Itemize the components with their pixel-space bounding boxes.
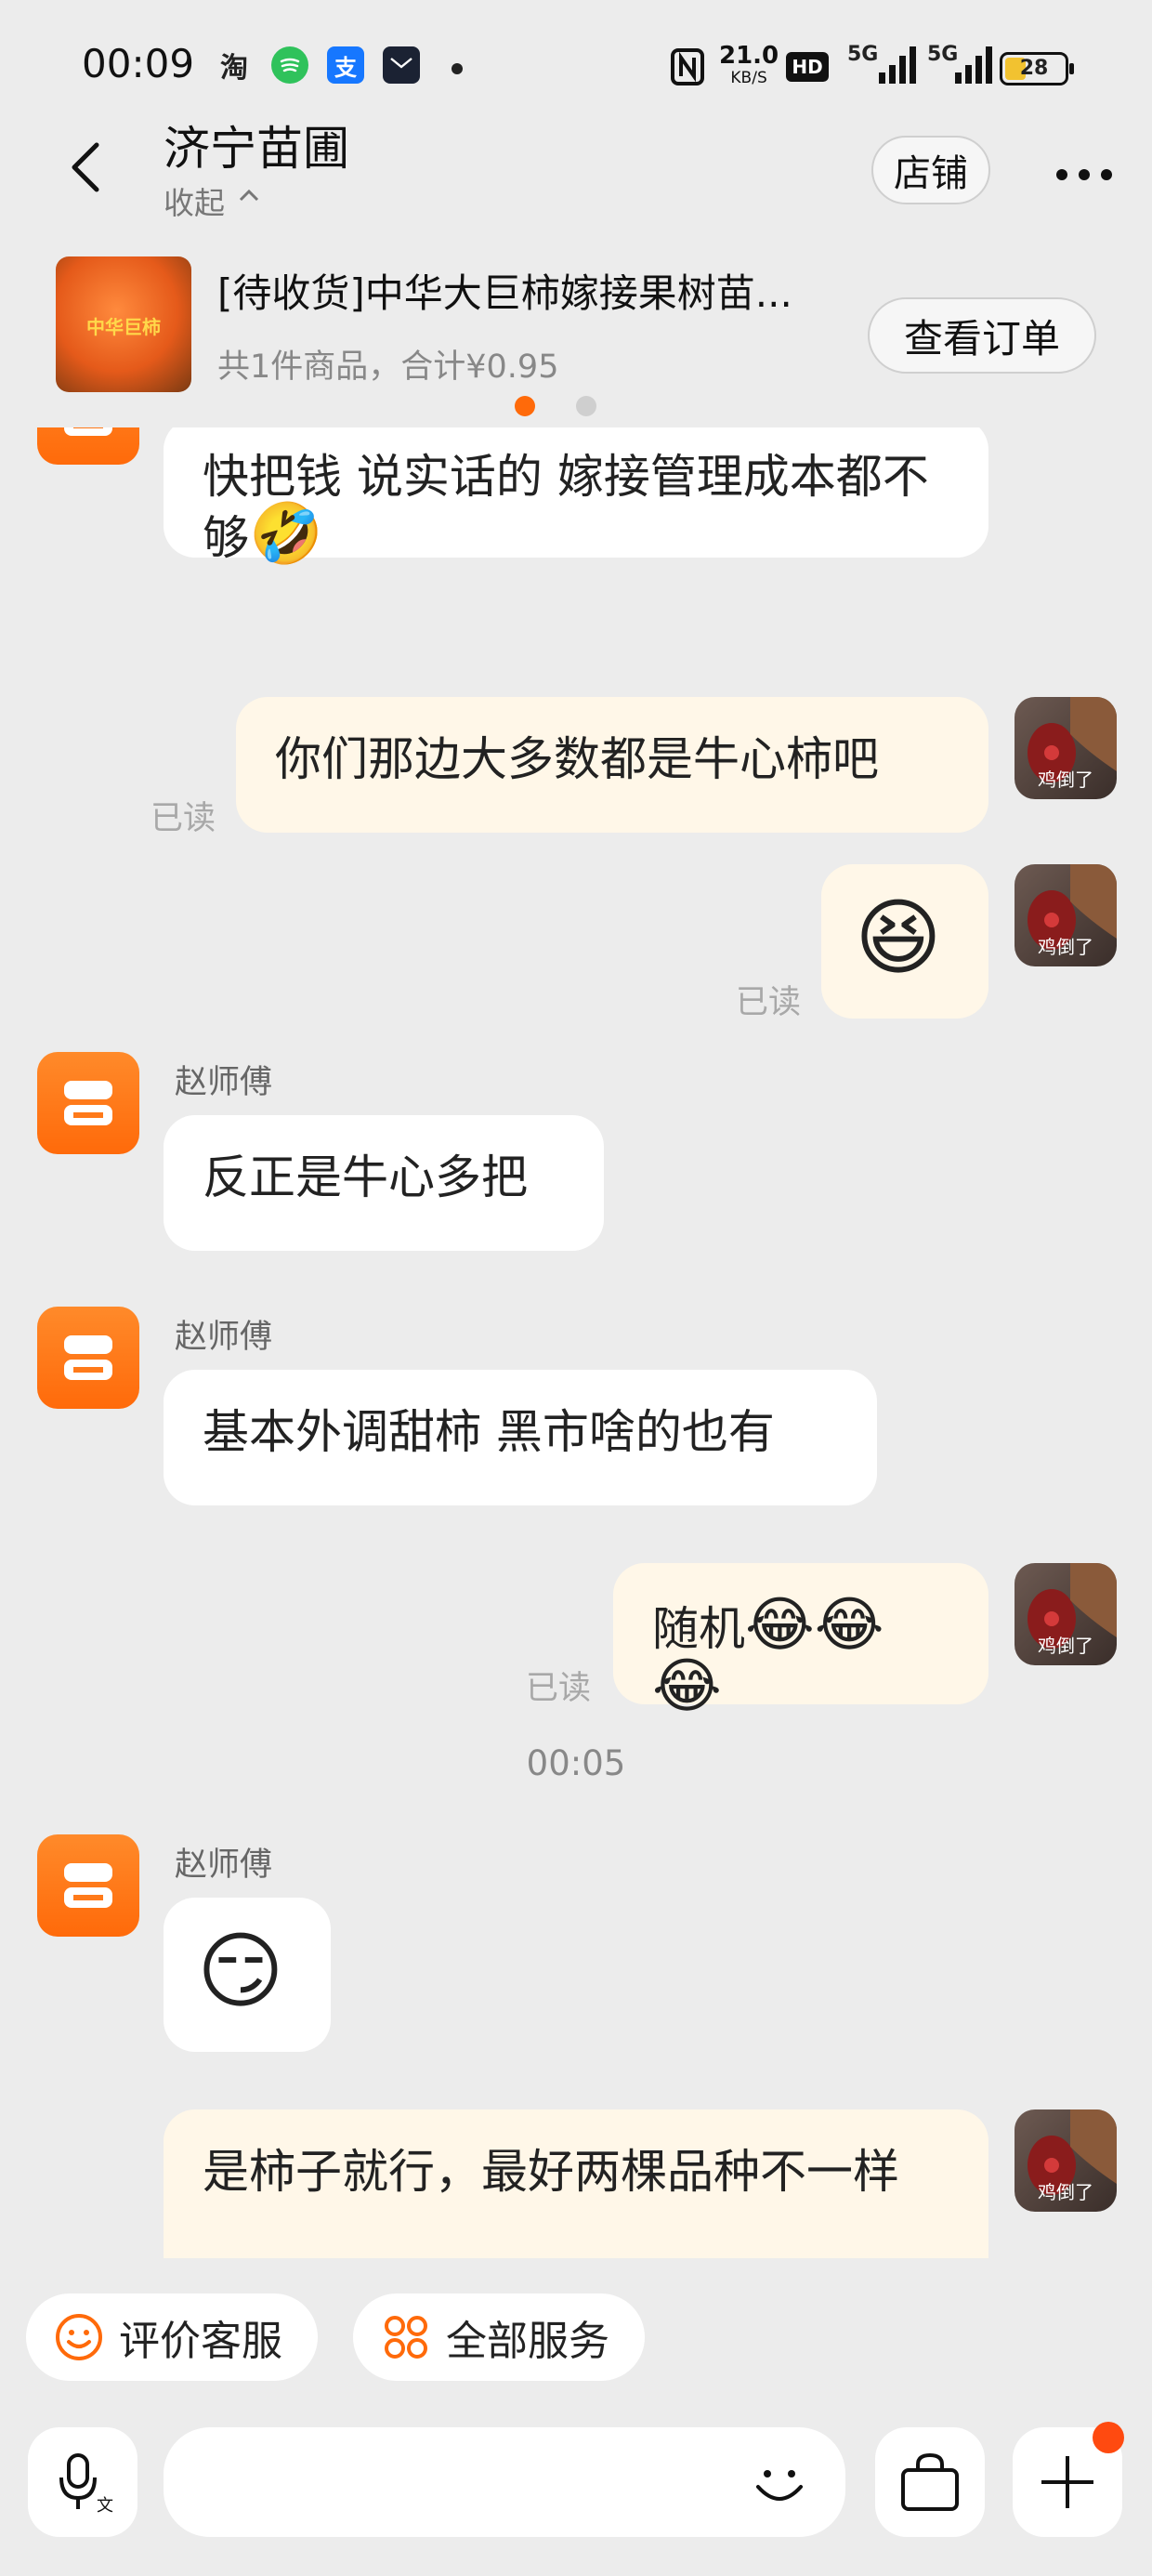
- emoji-message-bubble[interactable]: 😏: [164, 1898, 331, 2052]
- order-summary: 共1件商品，合计¥0.95: [217, 348, 559, 386]
- microphone-icon: 文: [59, 2453, 113, 2515]
- shop-title: 济宁苗圃: [164, 122, 349, 176]
- message-input[interactable]: [164, 2427, 845, 2537]
- voice-input-button[interactable]: 文: [28, 2427, 137, 2537]
- read-status: 已读: [736, 984, 802, 1021]
- laughing-emoji-icon: 🤣: [249, 500, 323, 569]
- store-button[interactable]: 店铺: [871, 136, 990, 204]
- hd-badge: HD: [786, 52, 829, 82]
- more-options-icon[interactable]: [1055, 167, 1113, 180]
- seller-avatar[interactable]: [37, 1307, 139, 1409]
- mail-app-icon: [383, 46, 420, 84]
- shopping-bag-icon: [901, 2452, 959, 2511]
- laughing-emoji-icon: 😆: [855, 889, 942, 987]
- quick-actions-bar: 评价客服 全部服务: [0, 2267, 1152, 2381]
- message-timestamp: 00:05: [526, 1743, 626, 1783]
- all-services-button[interactable]: 全部服务: [353, 2293, 645, 2381]
- alipay-app-icon: 支: [327, 46, 364, 84]
- user-avatar[interactable]: 鸡倒了: [1015, 697, 1117, 799]
- plus-icon: [1041, 2456, 1093, 2508]
- grid-services-icon: [385, 2316, 427, 2359]
- pager-dot[interactable]: [576, 396, 596, 416]
- message-bubble[interactable]: 是柿子就行，最好两棵品种不一样: [164, 2109, 988, 2258]
- music-app-icon: [271, 46, 308, 84]
- message-bubble[interactable]: 快把钱 说实话的 嫁接管理成本都不够🤣: [164, 427, 988, 565]
- signal-5g-icon: 5G: [844, 43, 918, 89]
- sender-name: 赵师傅: [175, 1319, 273, 1356]
- nfc-icon: [671, 48, 704, 85]
- message-bubble[interactable]: 基本外调甜柿 黑市啥的也有: [164, 1370, 877, 1505]
- sender-name: 赵师傅: [175, 1064, 273, 1101]
- message-bubble[interactable]: 随机😂😂😂: [613, 1563, 988, 1716]
- notification-dot-icon: [452, 63, 463, 74]
- network-speed: 21.0 KB/S: [719, 42, 779, 87]
- chat-screen: 00:09 淘 支 21.0 KB/S HD 5G 5G 28 济宁苗圃 收起 …: [0, 0, 1152, 2576]
- battery-icon: 28: [1000, 52, 1074, 85]
- read-status: 已读: [526, 1670, 592, 1707]
- products-button[interactable]: [875, 2427, 985, 2537]
- message-bubble[interactable]: 反正是牛心多把: [164, 1115, 604, 1251]
- sender-name: 赵师傅: [175, 1847, 273, 1884]
- collapse-toggle[interactable]: 收起: [164, 178, 225, 223]
- emoji-picker-icon[interactable]: [749, 2453, 810, 2515]
- view-order-button[interactable]: 查看订单: [868, 297, 1096, 374]
- pager-dot-active[interactable]: [515, 396, 535, 416]
- chat-header: 济宁苗圃 收起 店铺: [0, 102, 1152, 223]
- back-arrow-icon[interactable]: [67, 139, 104, 195]
- message-list[interactable]: 快把钱 说实话的 嫁接管理成本都不够🤣 已读 你们那边大多数都是牛心柿吧 鸡倒了…: [0, 427, 1152, 2258]
- read-status: 已读: [151, 800, 216, 837]
- smirk-emoji-icon: 😏: [197, 1923, 284, 2020]
- status-time: 00:09: [82, 41, 195, 86]
- product-thumbnail[interactable]: 中华巨柿: [56, 256, 191, 392]
- seller-avatar[interactable]: [37, 1052, 139, 1154]
- message-bubble[interactable]: 你们那边大多数都是牛心柿吧: [236, 697, 988, 833]
- user-avatar[interactable]: 鸡倒了: [1015, 1563, 1117, 1665]
- user-avatar[interactable]: 鸡倒了: [1015, 2109, 1117, 2212]
- input-bar: 文: [0, 2407, 1152, 2576]
- emoji-message-bubble[interactable]: 😆: [821, 864, 988, 1019]
- chevron-up-icon[interactable]: [238, 186, 260, 204]
- signal-5g-icon-2: 5G: [925, 43, 1000, 89]
- seller-avatar[interactable]: [37, 1834, 139, 1937]
- seller-avatar[interactable]: [37, 427, 139, 465]
- taobao-app-icon: 淘: [220, 52, 248, 85]
- order-title[interactable]: [待收货]中华大巨柿嫁接果树苗...: [217, 262, 840, 319]
- order-card[interactable]: 中华巨柿 [待收货]中华大巨柿嫁接果树苗... 共1件商品，合计¥0.95 查看…: [0, 242, 1152, 427]
- svg-text:文: 文: [97, 2496, 113, 2515]
- user-avatar[interactable]: 鸡倒了: [1015, 864, 1117, 966]
- notification-badge: [1093, 2422, 1124, 2453]
- rate-service-button[interactable]: 评价客服: [26, 2293, 318, 2381]
- smiley-icon: [56, 2314, 102, 2360]
